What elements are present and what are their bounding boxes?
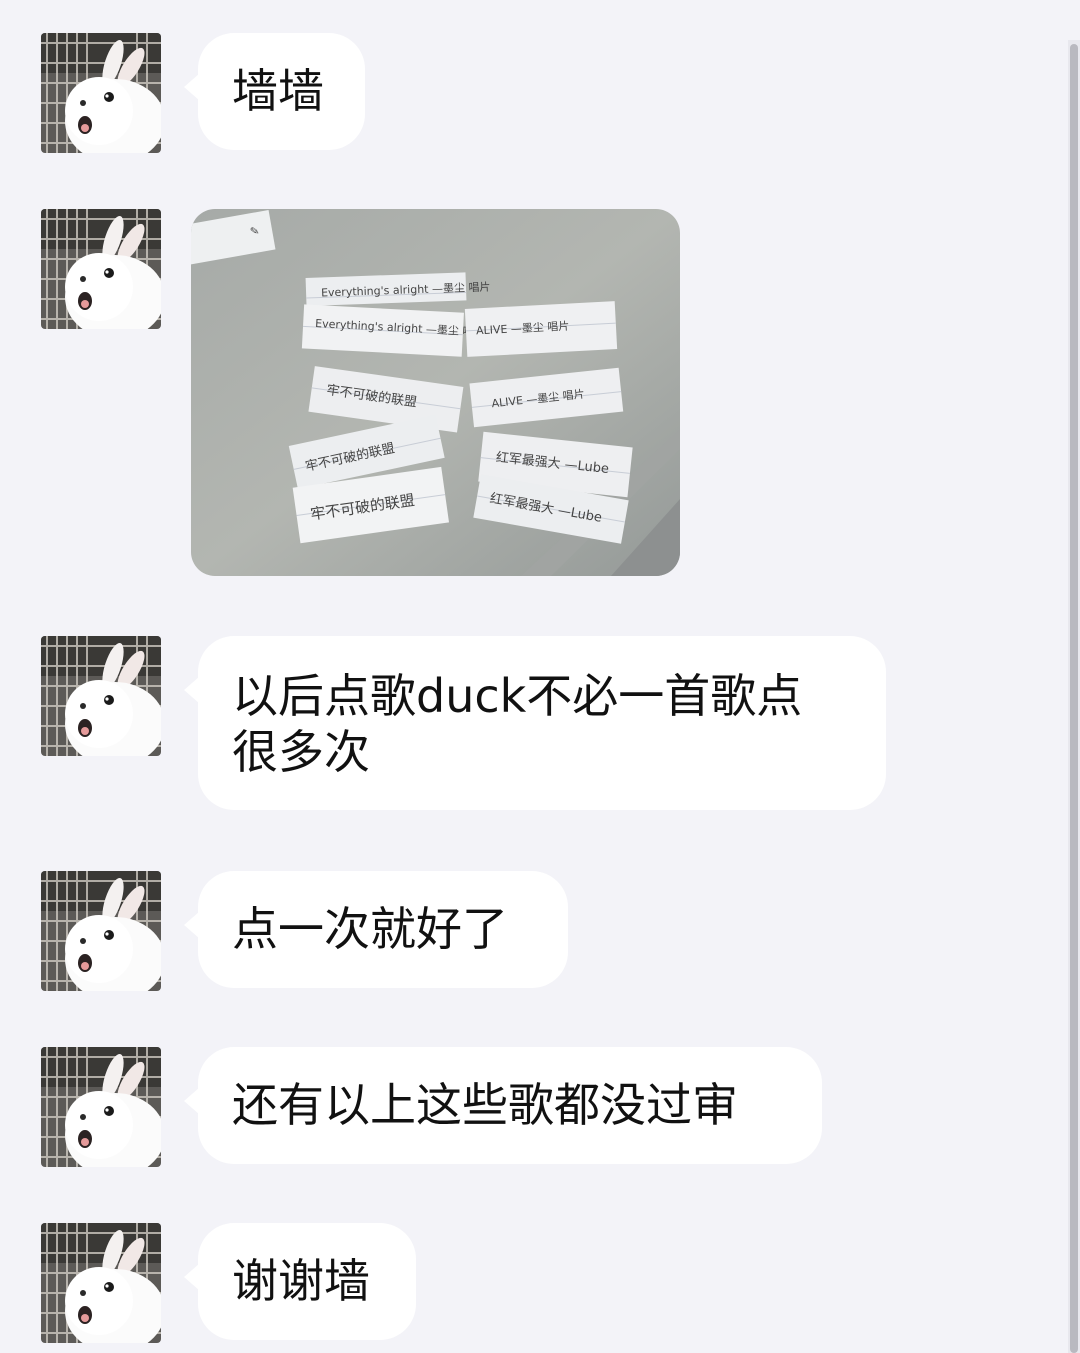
- sender-avatar[interactable]: [41, 1223, 161, 1343]
- white-rabbit-avatar-icon: [41, 1223, 161, 1343]
- message-bubble[interactable]: 谢谢墙: [184, 1223, 416, 1340]
- sender-avatar[interactable]: [41, 1047, 161, 1167]
- message-bubble[interactable]: 还有以上这些歌都没过审: [184, 1047, 822, 1164]
- white-rabbit-avatar-icon: [41, 1047, 161, 1167]
- sender-avatar[interactable]: [41, 33, 161, 153]
- bubble-tail: [184, 1263, 200, 1291]
- message-text: 点一次就好了: [232, 902, 508, 956]
- message-text: 谢谢墙: [232, 1254, 370, 1308]
- message-bubble[interactable]: 以后点歌duck不必一首歌点 很多次: [184, 636, 886, 810]
- message-text-line: 很多次: [232, 725, 370, 779]
- sender-avatar[interactable]: [41, 209, 161, 329]
- message-bubble[interactable]: 点一次就好了: [184, 871, 568, 988]
- photo-message[interactable]: ✎ Everything's alright —墨尘 唱片 Everything…: [191, 209, 680, 576]
- white-rabbit-avatar-icon: [41, 209, 161, 329]
- bubble-tail: [184, 676, 200, 704]
- bubble-tail: [184, 1087, 200, 1115]
- scrollbar-thumb[interactable]: [1070, 44, 1078, 1353]
- sender-avatar[interactable]: [41, 871, 161, 991]
- message-bubble[interactable]: 墙墙: [184, 33, 365, 150]
- message-text: 墙墙: [232, 64, 324, 118]
- white-rabbit-avatar-icon: [41, 636, 161, 756]
- message-text: 还有以上这些歌都没过审: [232, 1078, 738, 1132]
- bubble-tail: [184, 911, 200, 939]
- message-text-line: 以后点歌duck不必一首歌点: [232, 669, 803, 723]
- white-rabbit-avatar-icon: [41, 33, 161, 153]
- sender-avatar[interactable]: [41, 636, 161, 756]
- white-rabbit-avatar-icon: [41, 871, 161, 991]
- song-notes-photo: ✎ Everything's alright —墨尘 唱片 Everything…: [191, 209, 680, 576]
- bubble-tail: [184, 73, 200, 101]
